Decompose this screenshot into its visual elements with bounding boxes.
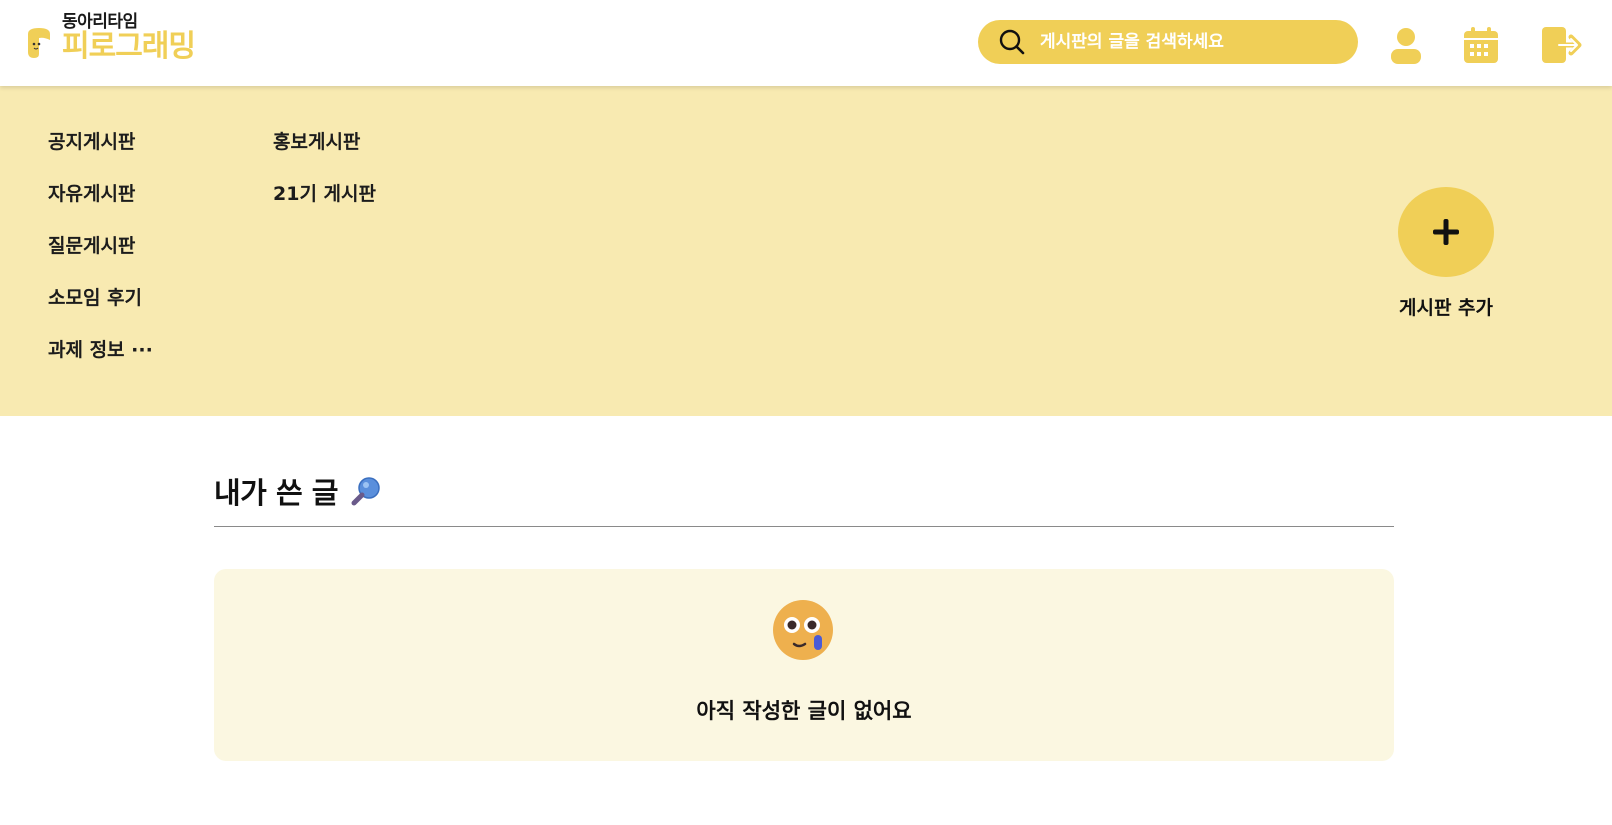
board-item-meetup-review[interactable]: 소모임 후기: [48, 284, 153, 336]
plus-icon: [1433, 219, 1459, 245]
add-board-button[interactable]: 게시판 추가: [1396, 187, 1496, 320]
search-bar[interactable]: [978, 20, 1358, 64]
board-column-2: 홍보게시판 21기 게시판: [273, 128, 376, 232]
calendar-icon: [1464, 27, 1498, 63]
board-item-notice[interactable]: 공지게시판: [48, 128, 153, 180]
logout-icon: [1542, 27, 1582, 63]
board-item-21st[interactable]: 21기 게시판: [273, 180, 376, 232]
profile-icon: [1391, 28, 1421, 64]
section-divider: [214, 526, 1394, 527]
empty-posts-card: 아직 작성한 글이 없어요: [214, 569, 1394, 761]
board-item-question[interactable]: 질문게시판: [48, 232, 153, 284]
my-posts-title: 내가 쓴 글: [214, 476, 338, 510]
logo-mascot-icon: [28, 28, 50, 58]
profile-button[interactable]: [1386, 24, 1426, 66]
add-board-circle[interactable]: [1398, 187, 1494, 277]
magnifying-glass-icon: [351, 477, 380, 506]
calendar-button[interactable]: [1461, 24, 1501, 66]
board-item-promotion[interactable]: 홍보게시판: [273, 128, 376, 180]
board-menu: 공지게시판 자유게시판 질문게시판 소모임 후기 과제 정보 ··· 홍보게시판…: [0, 86, 1612, 416]
logo-title: 피로그래밍: [62, 29, 196, 64]
board-item-assignment[interactable]: 과제 정보 ···: [48, 336, 153, 388]
crying-face-icon: [773, 600, 833, 660]
header: 동아리타임 피로그래밍: [0, 0, 1612, 86]
search-input[interactable]: [1040, 32, 1340, 52]
search-icon[interactable]: [998, 28, 1026, 56]
board-column-1: 공지게시판 자유게시판 질문게시판 소모임 후기 과제 정보 ···: [48, 128, 153, 388]
empty-posts-message: 아직 작성한 글이 없어요: [696, 699, 912, 723]
logo[interactable]: 동아리타임 피로그래밍: [24, 14, 196, 64]
my-posts-heading: 내가 쓴 글: [214, 470, 382, 512]
board-item-free[interactable]: 자유게시판: [48, 180, 153, 232]
add-board-label: 게시판 추가: [1398, 297, 1493, 319]
logout-button[interactable]: [1540, 24, 1584, 66]
